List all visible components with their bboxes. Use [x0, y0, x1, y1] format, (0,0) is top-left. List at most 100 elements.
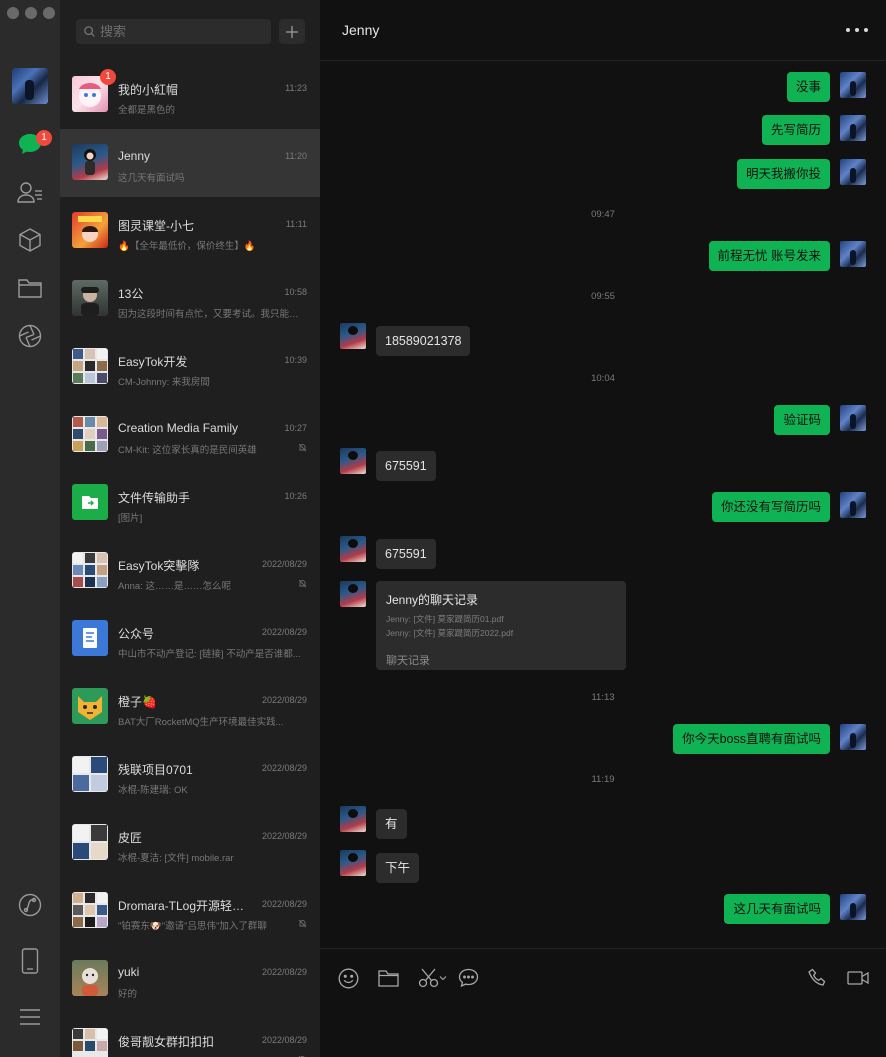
my-avatar[interactable]	[840, 405, 866, 431]
chat-item[interactable]: 橙子🍓 2022/08/29 BAT大厂RocketMQ生产环境最佳实践...	[60, 673, 320, 741]
contact-avatar[interactable]	[340, 323, 366, 349]
message-bubble[interactable]: 这几天有面试吗	[724, 894, 830, 924]
phone-icon[interactable]	[807, 967, 829, 989]
mute-icon	[298, 443, 307, 452]
chat-preview: [图片]	[118, 513, 143, 524]
menu-icon[interactable]	[16, 1003, 44, 1031]
chat-avatar	[72, 212, 108, 248]
search-box[interactable]	[76, 19, 271, 44]
my-avatar[interactable]	[840, 115, 866, 141]
chat-item[interactable]: 公众号 2022/08/29 中山市不动产登记: [链接] 不动产是否谁都...	[60, 605, 320, 673]
chat-time: 2022/08/29	[261, 831, 307, 841]
message-bubble[interactable]: 验证码	[774, 405, 830, 435]
chat-item[interactable]: 文件传输助手 10:26 [图片]	[60, 469, 320, 537]
group-avatar	[72, 824, 108, 860]
aperture-icon[interactable]	[16, 322, 44, 350]
video-icon[interactable]	[847, 967, 869, 989]
chat-item[interactable]: 13公 10:58 因为这段时间有点忙，又要考试。我只能每...	[60, 265, 320, 333]
message-bubble[interactable]: 先写简历	[761, 115, 830, 145]
chat-item[interactable]: 皮匠 2022/08/29 冰棍-夏洁: [文件] mobile.rar	[60, 809, 320, 877]
chat-bubble-icon[interactable]	[457, 967, 479, 989]
chat-name: EasyTok突擊隊	[118, 559, 200, 573]
chat-item[interactable]: yuki 2022/08/29 好的	[60, 945, 320, 1013]
my-avatar[interactable]	[840, 894, 866, 920]
chat-avatar	[72, 620, 108, 656]
chat-time: 10:58	[284, 287, 307, 297]
chat-time: 2022/08/29	[261, 967, 307, 977]
cube-icon[interactable]	[16, 226, 44, 254]
chat-time: 2022/08/29	[261, 695, 307, 705]
chat-name: 文件传输助手	[118, 491, 191, 505]
chat-item[interactable]: Dromara-TLog开源轻量... 2022/08/29 "铂赛东🐶"邀请"…	[60, 877, 320, 945]
input-toolbar	[320, 948, 886, 1057]
zoom-window-button[interactable]	[43, 7, 55, 19]
chat-item[interactable]: 残联项目0701 2022/08/29 冰棍-陈建瑞: OK	[60, 741, 320, 809]
message-bubble[interactable]: 明天我搬你投	[736, 159, 830, 189]
side-rail: 1	[0, 0, 60, 1057]
chat-name: 橙子🍓	[118, 695, 157, 709]
chat-item[interactable]: Jenny 11:20 这几天有面试吗	[60, 129, 320, 197]
my-avatar[interactable]	[840, 72, 866, 98]
chat-preview: 好的	[118, 989, 138, 1000]
timestamp: 10:04	[591, 373, 615, 384]
search-input[interactable]	[100, 24, 260, 39]
minimize-window-button[interactable]	[25, 7, 37, 19]
contact-avatar[interactable]	[340, 581, 366, 607]
timestamp: 09:47	[591, 209, 615, 220]
chat-name: Dromara-TLog开源轻量...	[118, 899, 248, 913]
chat-avatar	[72, 484, 108, 520]
contact-avatar[interactable]	[340, 850, 366, 876]
chat-item[interactable]: 图灵课堂-小七 11:11 🔥【全年最低价，保价终生】🔥	[60, 197, 320, 265]
scissors-icon[interactable]	[417, 967, 439, 989]
chat-time: 2022/08/29	[261, 1035, 307, 1045]
my-avatar[interactable]	[840, 724, 866, 750]
chat-preview: Anna: 这……是……怎么呢	[118, 581, 231, 592]
chat-avatar	[72, 688, 108, 724]
chat-items: 1 我的小紅帽 11:23 全都是黑色的 Jenny 11:20 这几天有面试吗…	[60, 61, 320, 1057]
message-bubble[interactable]: 675591	[376, 451, 436, 481]
message-bubble[interactable]: 18589021378	[376, 326, 471, 356]
message-bubble[interactable]: 你今天boss直聘有面试吗	[673, 724, 830, 754]
chat-avatar	[72, 280, 108, 316]
message-bubble[interactable]: 没事	[786, 72, 830, 102]
window-controls	[7, 7, 55, 19]
group-avatar	[72, 552, 108, 588]
chat-record-card[interactable]: Jenny的聊天记录 Jenny: [文件] 莫家踶简历01.pdf Jenny…	[376, 581, 626, 670]
my-avatar[interactable]	[840, 241, 866, 267]
message-bubble[interactable]: 下午	[376, 853, 420, 883]
chat-item[interactable]: EasyTok开发 10:39 CM-Johnny: 来我房間	[60, 333, 320, 401]
more-options-button[interactable]	[846, 22, 868, 38]
chat-panel: Jenny 没事 先写简历 明天我搬你投 09:47 前程无忧 账号发来 09:…	[320, 0, 886, 1057]
chat-preview: "铂赛东🐶"邀请"吕思伟"加入了群聊	[118, 921, 267, 932]
group-avatar	[72, 892, 108, 928]
chat-preview: 冰棍-夏洁: [文件] mobile.rar	[118, 853, 234, 864]
chat-preview: CM-Kit: 这位家长真的是民间英雄	[118, 445, 257, 456]
my-avatar[interactable]	[840, 159, 866, 185]
emoji-icon[interactable]	[337, 967, 359, 989]
chevron-down-icon[interactable]	[437, 967, 449, 989]
my-avatar[interactable]	[12, 68, 48, 104]
my-avatar[interactable]	[840, 492, 866, 518]
contact-avatar[interactable]	[340, 806, 366, 832]
contacts-icon[interactable]	[16, 178, 44, 206]
mute-icon	[298, 919, 307, 928]
message-bubble[interactable]: 你还没有写简历吗	[711, 492, 830, 522]
message-bubble[interactable]: 675591	[376, 539, 436, 569]
chat-item[interactable]: 俊哥靓女群扣扣扣 2022/08/29	[60, 1013, 320, 1057]
folder-icon[interactable]	[16, 274, 44, 302]
chat-item[interactable]: EasyTok突擊隊 2022/08/29 Anna: 这……是……怎么呢	[60, 537, 320, 605]
message-bubble[interactable]: 前程无忧 账号发来	[708, 241, 830, 271]
chat-title: Jenny	[342, 22, 380, 38]
message-bubble[interactable]: 有	[376, 809, 407, 839]
add-button[interactable]	[279, 19, 305, 44]
contact-avatar[interactable]	[340, 448, 366, 474]
link-icon[interactable]	[16, 891, 44, 919]
contact-avatar[interactable]	[340, 536, 366, 562]
folder-icon[interactable]	[377, 967, 399, 989]
chat-time: 2022/08/29	[261, 899, 307, 909]
chat-item[interactable]: Creation Media Family 10:27 CM-Kit: 这位家长…	[60, 401, 320, 469]
chat-item[interactable]: 1 我的小紅帽 11:23 全都是黑色的	[60, 61, 320, 129]
phone-device-icon[interactable]	[16, 947, 44, 975]
unread-badge: 1	[100, 69, 116, 85]
close-window-button[interactable]	[7, 7, 19, 19]
